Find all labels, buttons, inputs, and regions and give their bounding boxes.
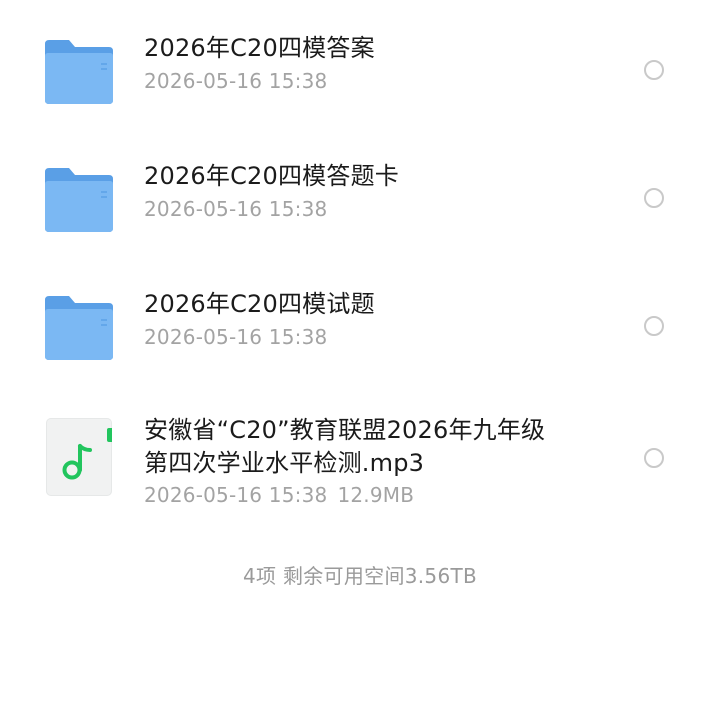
file-date: 2026-05-16 15:38 [144, 69, 328, 93]
list-item[interactable]: 2026年C20四模答题卡 2026-05-16 15:38 [0, 160, 720, 240]
file-name: 2026年C20四模答案 [144, 34, 375, 62]
list-item[interactable]: 安徽省“C20”教育联盟2026年九年级 第四次学业水平检测.mp3 2026-… [0, 414, 720, 507]
folder-icon [43, 38, 115, 108]
list-item[interactable]: 2026年C20四模答案 2026-05-16 15:38 [0, 32, 720, 112]
file-meta: 2026-05-16 15:38 [144, 324, 614, 350]
select-radio[interactable] [644, 448, 664, 468]
list-item[interactable]: 2026年C20四模试题 2026-05-16 15:38 [0, 288, 720, 368]
file-name: 安徽省“C20”教育联盟2026年九年级 第四次学业水平检测.mp3 [144, 416, 546, 477]
select-radio[interactable] [644, 60, 664, 80]
file-meta: 2026-05-16 15:38 12.9MB [144, 482, 614, 508]
select-radio[interactable] [644, 316, 664, 336]
storage-summary: 4项 剩余可用空间3.56TB [242, 564, 478, 588]
file-date: 2026-05-16 15:38 [144, 197, 328, 221]
audio-badge-tab [107, 428, 112, 442]
file-meta: 2026-05-16 15:38 [144, 68, 614, 94]
select-radio[interactable] [644, 188, 664, 208]
folder-icon [43, 294, 115, 364]
file-meta: 2026-05-16 15:38 [144, 196, 614, 222]
file-date: 2026-05-16 15:38 [144, 325, 328, 349]
file-name: 2026年C20四模试题 [144, 290, 375, 318]
audio-file-icon [46, 418, 112, 496]
folder-icon [43, 166, 115, 236]
music-note-icon [62, 444, 92, 480]
file-size: 12.9MB [337, 483, 415, 507]
file-date: 2026-05-16 15:38 [144, 483, 328, 507]
file-name: 2026年C20四模答题卡 [144, 162, 399, 190]
